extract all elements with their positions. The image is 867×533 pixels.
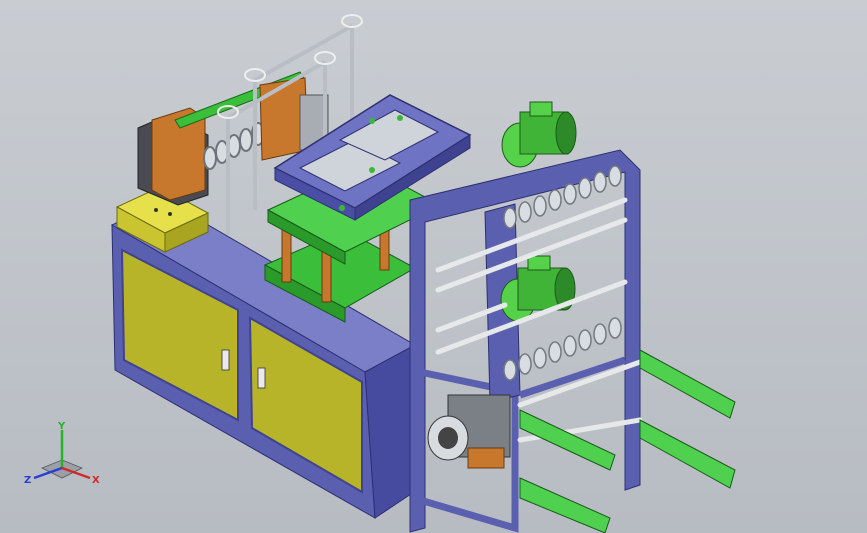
door-handle[interactable] [221,349,230,371]
drive-motor[interactable] [427,394,511,469]
cad-viewport[interactable]: Y X Z [0,0,867,533]
y-axis-label: Y [57,421,66,432]
motor-upper[interactable] [501,101,577,168]
door-handle[interactable] [257,367,266,389]
machine-model[interactable] [0,0,867,533]
x-axis-label: X [92,475,100,486]
coordinate-triad: Y X Z [22,420,104,492]
z-axis-label: Z [24,475,31,486]
